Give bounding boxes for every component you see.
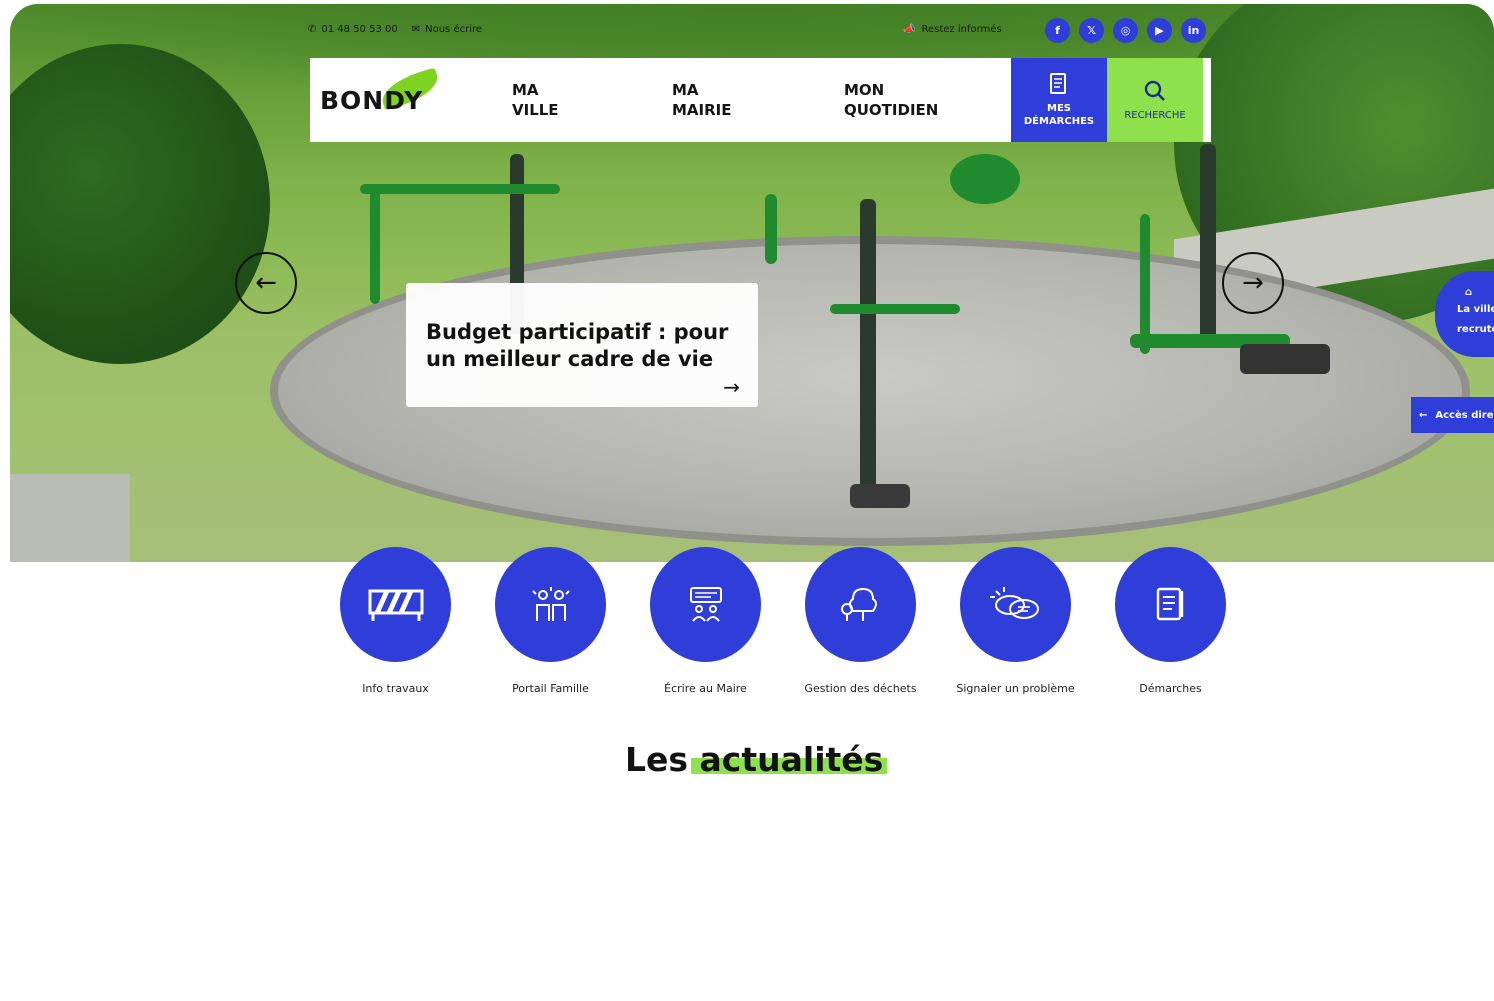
nav-item-ma-mairie[interactable]: MA MAIRIE [652, 58, 824, 142]
quick-access-label: Info travaux [362, 682, 429, 695]
megaphone-icon: 📣 [903, 24, 916, 35]
nav-item-mon-quotidien[interactable]: MON QUOTIDIEN [824, 58, 1011, 142]
x-twitter-icon[interactable]: 𝕏 [1079, 18, 1104, 43]
arrow-left-icon: ← [255, 268, 277, 298]
quick-access-label: Signaler un problème [956, 682, 1075, 695]
report-chat-icon [989, 586, 1039, 619]
youtube-icon[interactable]: ▶ [1147, 18, 1172, 43]
arrow-right-icon: → [723, 375, 740, 399]
quick-access-signaler-un-probleme[interactable]: Signaler un problème [938, 547, 1093, 695]
briefcase-icon: ⌂ [1465, 287, 1473, 298]
demarches-label: MES DÉMARCHES [1023, 103, 1095, 127]
acces-directs-button[interactable]: ← Accès directs [1411, 397, 1494, 433]
news-section-heading: Les actualités [625, 740, 887, 779]
quick-access: Info travaux Portail Famille Écrire au M… [318, 547, 1248, 695]
page-reflection [10, 774, 1494, 1001]
quick-access-label: Écrire au Maire [664, 682, 747, 695]
quick-access-gestion-des-dechets[interactable]: Gestion des déchets [783, 547, 938, 695]
document-icon [1050, 73, 1066, 94]
write-mayor-icon [689, 586, 722, 622]
roadblock-icon [368, 589, 423, 621]
write-label: Nous écrire [425, 24, 483, 35]
document-icon [1156, 587, 1183, 620]
logo-text: BONDY [320, 85, 424, 115]
instagram-icon[interactable]: ◎ [1113, 18, 1138, 43]
main-nav: BONDY MA VILLE MA MAIRIE MON QUOTIDIEN M… [310, 58, 1211, 142]
page-frame: ✆ 01 48 50 53 00 ✉ Nous écrire 📣 Restez … [10, 4, 1494, 774]
bondy-logo[interactable]: BONDY [310, 58, 480, 142]
mes-demarches-button[interactable]: MES DÉMARCHES [1011, 58, 1107, 142]
linkedin-icon[interactable]: in [1181, 18, 1206, 43]
stay-informed-label: Restez informés [921, 24, 1002, 35]
section-title: Les actualités [625, 740, 884, 779]
phone-number: 01 48 50 53 00 [321, 24, 398, 35]
search-icon [1144, 80, 1165, 101]
search-label: RECHERCHE [1124, 109, 1186, 121]
utility-bar: ✆ 01 48 50 53 00 ✉ Nous écrire [308, 24, 482, 35]
waste-tree-icon [840, 587, 877, 621]
mail-icon: ✉ [411, 24, 421, 35]
write-link[interactable]: ✉ Nous écrire [412, 24, 482, 35]
nav-item-ma-ville[interactable]: MA VILLE [492, 58, 652, 142]
family-icon [531, 586, 570, 621]
acces-label: Accès directs [1435, 409, 1494, 421]
slider-next-button[interactable]: → [1222, 252, 1284, 314]
recrute-label: La ville recrute [1457, 304, 1494, 335]
slide-card[interactable]: Budget participatif : pour un meilleur c… [406, 283, 758, 407]
arrow-left-icon: ← [1419, 409, 1428, 421]
phone-icon: ✆ [308, 24, 317, 35]
phone-link[interactable]: ✆ 01 48 50 53 00 [308, 24, 398, 35]
quick-access-label: Gestion des déchets [804, 682, 917, 695]
quick-access-demarches[interactable]: Démarches [1093, 547, 1248, 695]
facebook-icon[interactable]: f [1045, 18, 1070, 43]
quick-access-label: Démarches [1139, 682, 1202, 695]
search-button[interactable]: RECHERCHE [1107, 58, 1203, 142]
slider-prev-button[interactable]: ← [235, 252, 297, 314]
social-links: f 𝕏 ◎ ▶ in [1045, 18, 1206, 43]
quick-access-info-travaux[interactable]: Info travaux [318, 547, 473, 695]
arrow-right-icon: → [1242, 268, 1264, 298]
quick-access-label: Portail Famille [512, 682, 589, 695]
slide-title: Budget participatif : pour un meilleur c… [426, 320, 729, 371]
quick-access-portail-famille[interactable]: Portail Famille [473, 547, 628, 695]
quick-access-ecrire-au-maire[interactable]: Écrire au Maire [628, 547, 783, 695]
stay-informed-link[interactable]: 📣 Restez informés [903, 24, 1002, 35]
